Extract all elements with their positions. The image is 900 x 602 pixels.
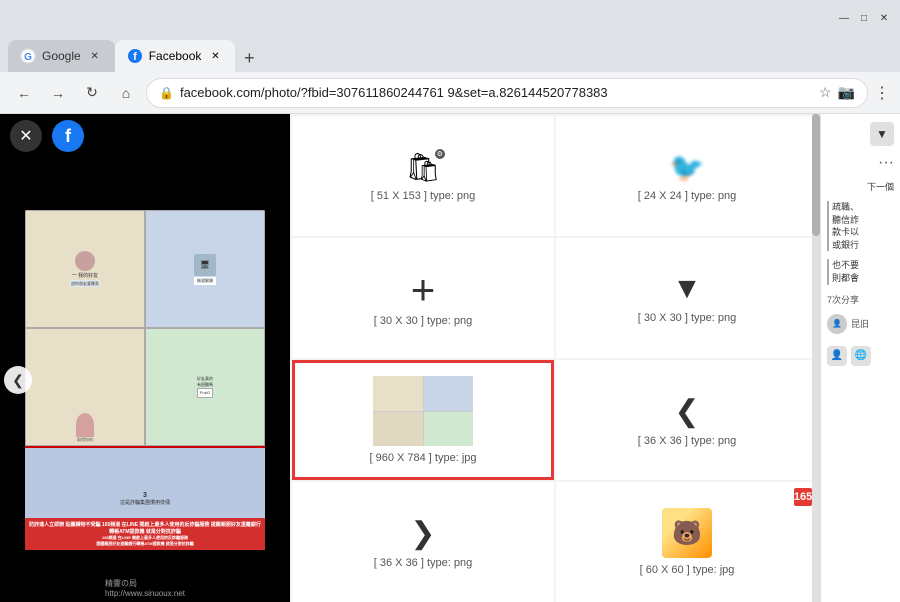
- cell5-label: [ 960 X 784 ] type: jpg: [369, 452, 476, 464]
- minimize-button[interactable]: —: [836, 10, 852, 26]
- scrollbar-thumb[interactable]: [812, 114, 820, 236]
- camera-icon[interactable]: 📷: [838, 84, 855, 101]
- triangle-icon: ▼: [672, 272, 702, 306]
- close-button[interactable]: ✕: [876, 10, 892, 26]
- fb-top-bar: ✕ f: [0, 114, 290, 158]
- sidebar-more-button[interactable]: ···: [878, 154, 894, 172]
- sidebar-icon-2[interactable]: 🌐: [851, 346, 871, 366]
- lock-icon: 🔒: [159, 86, 174, 100]
- reload-button[interactable]: ↻: [78, 79, 106, 107]
- grid-cell-1[interactable]: 🛍 ⚙ [ 51 X 153 ] type: png: [292, 116, 554, 236]
- sidebar-action-icons: 👤 🌐: [827, 346, 894, 366]
- grid-cell-5[interactable]: [ 960 X 784 ] type: jpg: [292, 360, 554, 480]
- facebook-sidebar: ▼ ··· 下一個 疏職、 聽信詐 款卡以 或銀行 也不要 則都會 7次分享 👤…: [820, 114, 900, 602]
- cell8-label: [ 60 X 60 ] type: jpg: [640, 564, 735, 576]
- comic-thumbnail: [373, 376, 473, 446]
- grid-cell-2[interactable]: 🐦 [ 24 X 24 ] type: png: [556, 116, 818, 236]
- grid-cell-8[interactable]: 🐻 165 [ 60 X 60 ] type: jpg: [556, 482, 818, 602]
- new-tab-button[interactable]: +: [235, 44, 263, 72]
- plus-icon: +: [411, 269, 436, 311]
- chevron-right-icon: ❯: [410, 516, 435, 551]
- maximize-button[interactable]: □: [856, 10, 872, 26]
- tab-facebook[interactable]: f Facebook ✕: [115, 40, 236, 72]
- sidebar-text-block2: 也不要 則都會: [827, 259, 894, 284]
- facebook-image-viewer: ✕ f 一 我的好友 說你朋友要匯款 🖥: [0, 114, 290, 602]
- cell1-label: [ 51 X 153 ] type: png: [371, 190, 476, 202]
- scrollbar[interactable]: [812, 114, 820, 602]
- home-button[interactable]: ⌂: [112, 79, 140, 107]
- fb-logo: f: [52, 120, 84, 152]
- cell6-label: [ 36 X 36 ] type: png: [638, 435, 736, 447]
- svg-text:G: G: [24, 52, 32, 63]
- svg-text:f: f: [133, 51, 137, 63]
- sidebar-collapse-button[interactable]: ▼: [870, 122, 894, 146]
- address-bar[interactable]: 🔒 facebook.com/photo/?fbid=3076118602447…: [146, 78, 868, 108]
- fb-image-area: 一 我的好友 說你朋友要匯款 🖥 帳號解鎖 取得你的: [0, 158, 290, 602]
- grid-cell-6[interactable]: ❮ [ 36 X 36 ] type: png: [556, 360, 818, 480]
- sidebar-next-label: 下一個: [827, 180, 894, 193]
- mascot-icon: 🐻: [662, 508, 712, 558]
- bag-icon: 🛍 ⚙: [405, 151, 441, 184]
- bookmark-icon[interactable]: ☆: [819, 84, 832, 101]
- tab-facebook-close[interactable]: ✕: [207, 48, 223, 64]
- address-text: facebook.com/photo/?fbid=307611860244761…: [180, 85, 813, 100]
- cell2-label: [ 24 X 24 ] type: png: [638, 190, 736, 202]
- comic-banner: 防詐達人立即辦 貼圖橫物不受騙 165頻道 在LINE 開啟上最多人使用的反詐騙…: [25, 518, 265, 550]
- fb-close-button[interactable]: ✕: [10, 120, 42, 152]
- image-grid: 🛍 ⚙ [ 51 X 153 ] type: png 🐦 [ 24 X 24 ]…: [290, 114, 820, 602]
- sidebar-share-count: 7次分享: [827, 293, 894, 306]
- watermark: 精靈の局http://www.sinuoux.net: [105, 578, 185, 598]
- prev-image-button[interactable]: ❮: [4, 366, 32, 394]
- sidebar-avatar: 👤: [827, 314, 847, 334]
- address-bar-row: ← → ↻ ⌂ 🔒 facebook.com/photo/?fbid=30761…: [0, 72, 900, 114]
- cell3-label: [ 30 X 30 ] type: png: [374, 315, 472, 327]
- window-controls: — □ ✕: [836, 10, 892, 26]
- sidebar-share-name: 昆旧: [851, 317, 869, 330]
- blurred-icon: 🐦: [670, 151, 705, 184]
- tab-facebook-label: Facebook: [149, 49, 202, 63]
- grid-cell-7[interactable]: ❯ [ 36 X 36 ] type: png: [292, 482, 554, 602]
- browser-menu-button[interactable]: ⋮: [874, 83, 890, 103]
- image-grid-panel[interactable]: 🛍 ⚙ [ 51 X 153 ] type: png 🐦 [ 24 X 24 ]…: [290, 114, 820, 602]
- sidebar-share-row: 👤 昆旧: [827, 314, 894, 334]
- chevron-left-icon: ❮: [674, 394, 699, 429]
- google-favicon: G: [20, 48, 36, 64]
- title-bar: — □ ✕: [0, 0, 900, 36]
- grid-cell-3[interactable]: + [ 30 X 30 ] type: png: [292, 238, 554, 358]
- tab-google-close[interactable]: ✕: [87, 48, 103, 64]
- tab-google-label: Google: [42, 49, 81, 63]
- sidebar-text-block: 疏職、 聽信詐 款卡以 或銀行: [827, 201, 894, 251]
- grid-cell-4[interactable]: ▼ [ 30 X 30 ] type: png: [556, 238, 818, 358]
- comic-image: 一 我的好友 說你朋友要匯款 🖥 帳號解鎖 取得你的: [25, 210, 265, 550]
- sidebar-icon-1[interactable]: 👤: [827, 346, 847, 366]
- tab-google[interactable]: G Google ✕: [8, 40, 115, 72]
- cell7-label: [ 36 X 36 ] type: png: [374, 557, 472, 569]
- page-content: ✕ f 一 我的好友 說你朋友要匯款 🖥: [0, 114, 900, 602]
- number-badge: 165: [794, 488, 812, 506]
- tabs-bar: G Google ✕ f Facebook ✕ +: [0, 36, 900, 72]
- cell4-label: [ 30 X 30 ] type: png: [638, 312, 736, 324]
- forward-button[interactable]: →: [44, 79, 72, 107]
- back-button[interactable]: ←: [10, 79, 38, 107]
- facebook-favicon: f: [127, 48, 143, 64]
